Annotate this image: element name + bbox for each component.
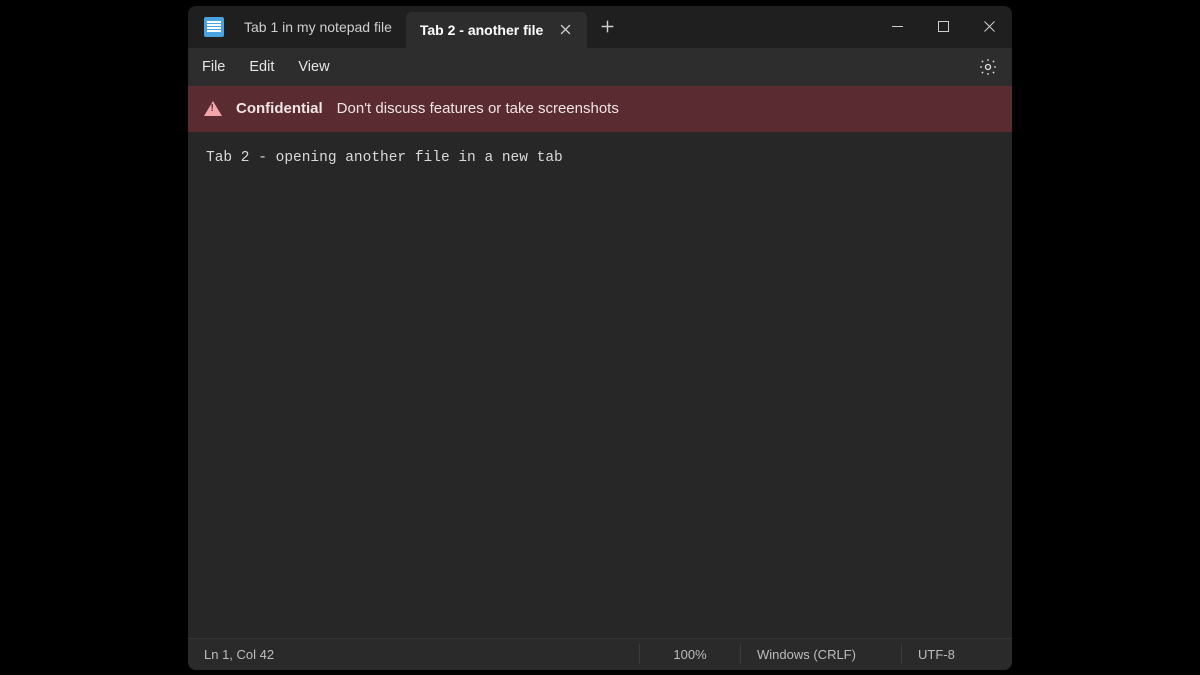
settings-button[interactable]	[978, 57, 998, 77]
notepad-window: Tab 1 in my notepad file Tab 2 - another…	[188, 6, 1012, 670]
confidential-banner: Confidential Don't discuss features or t…	[188, 86, 1012, 132]
menu-edit[interactable]: Edit	[249, 59, 274, 75]
text-editor[interactable]: Tab 2 - opening another file in a new ta…	[188, 132, 1012, 638]
warning-icon	[204, 101, 222, 116]
tab-2-label: Tab 2 - another file	[420, 22, 543, 38]
tab-strip: Tab 1 in my notepad file Tab 2 - another…	[230, 6, 874, 48]
tab-1-label: Tab 1 in my notepad file	[244, 19, 392, 35]
menubar: File Edit View	[188, 48, 1012, 86]
status-line-ending[interactable]: Windows (CRLF)	[741, 639, 901, 670]
banner-title: Confidential	[236, 100, 323, 117]
status-encoding[interactable]: UTF-8	[902, 639, 1012, 670]
close-tab-icon[interactable]	[557, 24, 573, 35]
minimize-button[interactable]	[874, 6, 920, 48]
maximize-button[interactable]	[920, 6, 966, 48]
window-controls	[874, 6, 1012, 48]
banner-message: Don't discuss features or take screensho…	[337, 100, 619, 117]
titlebar: Tab 1 in my notepad file Tab 2 - another…	[188, 6, 1012, 48]
statusbar: Ln 1, Col 42 100% Windows (CRLF) UTF-8	[188, 638, 1012, 670]
new-tab-button[interactable]	[587, 6, 627, 48]
status-cursor-position[interactable]: Ln 1, Col 42	[188, 639, 639, 670]
notepad-app-icon	[204, 17, 224, 37]
close-window-button[interactable]	[966, 6, 1012, 48]
tab-2[interactable]: Tab 2 - another file	[406, 12, 587, 48]
status-zoom[interactable]: 100%	[640, 639, 740, 670]
tab-1[interactable]: Tab 1 in my notepad file	[230, 6, 406, 48]
menu-view[interactable]: View	[298, 59, 329, 75]
menu-file[interactable]: File	[202, 59, 225, 75]
